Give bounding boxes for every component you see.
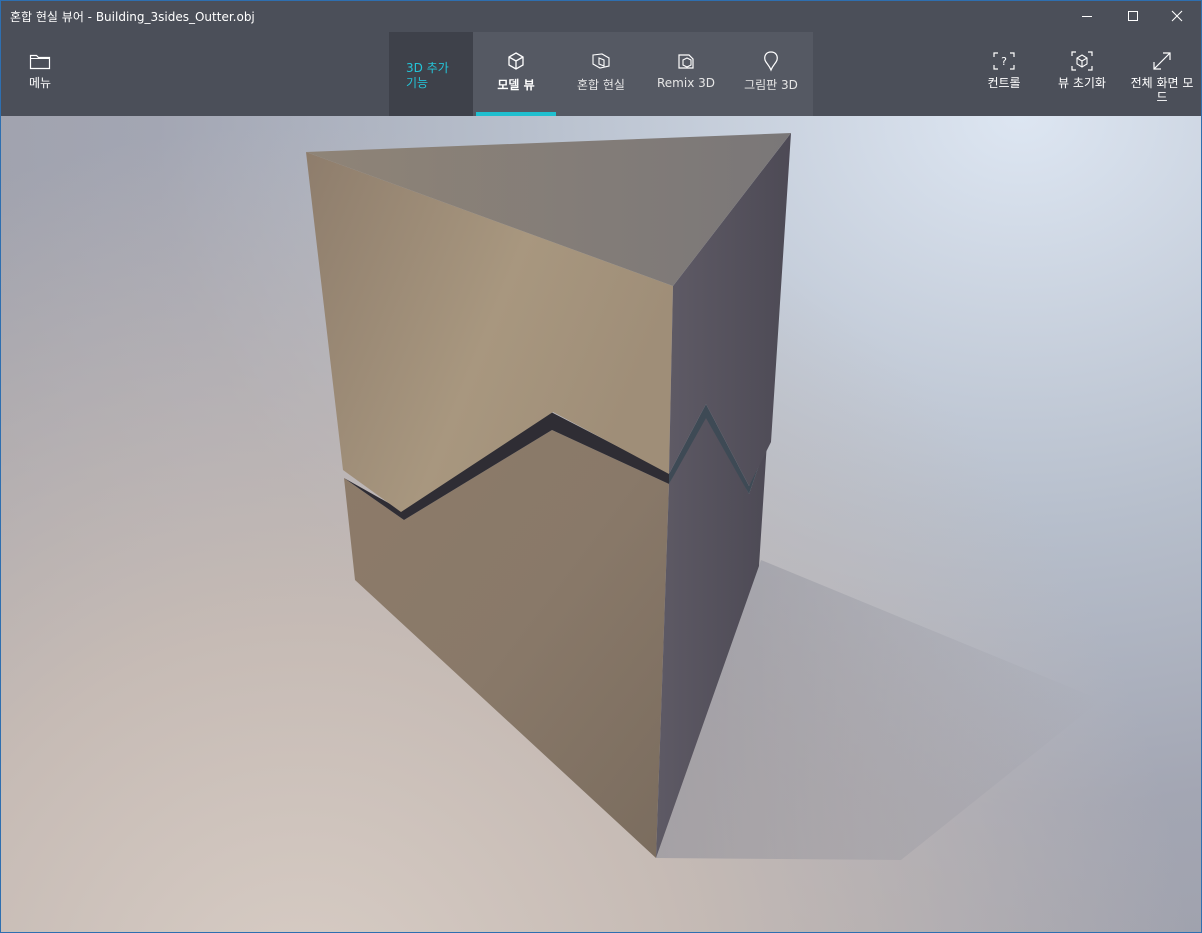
tab-paint-3d[interactable]: 그림판 3D xyxy=(732,32,810,116)
tab-remix-3d-label: Remix 3D xyxy=(657,76,715,90)
help-frame-icon: ? xyxy=(992,50,1016,72)
fullscreen-label-line2: 드 xyxy=(1156,90,1168,104)
reset-view-button[interactable]: 뷰 초기화 xyxy=(1052,32,1112,116)
tab-model-view[interactable]: 모델 뷰 xyxy=(476,32,556,116)
addon-label-line1: 3D 추가 xyxy=(406,61,449,75)
paint3d-icon xyxy=(761,50,781,72)
3d-viewport[interactable] xyxy=(1,116,1201,932)
menu-label: 메뉴 xyxy=(28,76,52,90)
controls-label: 컨트롤 xyxy=(987,76,1021,90)
fullscreen-icon xyxy=(1151,50,1173,72)
3d-model[interactable] xyxy=(1,116,1201,932)
tab-model-view-label: 모델 뷰 xyxy=(497,78,535,92)
addon-label-line2: 기능 xyxy=(406,76,429,90)
tab-mixed-reality-label: 혼합 현실 xyxy=(577,78,625,92)
svg-text:?: ? xyxy=(1001,55,1007,68)
mixed-reality-icon xyxy=(590,50,612,72)
tab-3d-addons[interactable]: 3D 추가 기능 xyxy=(389,32,473,116)
reset-view-icon xyxy=(1070,50,1094,72)
tab-3d-addons-label: 3D 추가 기능 xyxy=(406,61,449,91)
controls-button[interactable]: ? 컨트롤 xyxy=(974,32,1034,116)
maximize-button[interactable] xyxy=(1110,0,1156,32)
cube-icon xyxy=(506,50,526,72)
fullscreen-label-line1: 전체 화면 모 xyxy=(1130,76,1194,90)
fullscreen-label: 전체 화면 모 드 xyxy=(1131,76,1194,104)
tab-mixed-reality[interactable]: 혼합 현실 xyxy=(562,32,640,116)
close-icon xyxy=(1171,7,1183,26)
minimize-icon xyxy=(1081,7,1093,26)
window-title: 혼합 현실 뷰어 - Building_3sides_Outter.obj xyxy=(10,10,255,24)
reset-view-label: 뷰 초기화 xyxy=(1058,76,1106,90)
app-window: 혼합 현실 뷰어 - Building_3sides_Outter.obj 메뉴 xyxy=(0,0,1202,933)
close-button[interactable] xyxy=(1154,0,1200,32)
tab-remix-3d[interactable]: Remix 3D xyxy=(648,32,724,116)
remix-icon xyxy=(676,50,696,72)
folder-icon xyxy=(29,50,51,72)
fullscreen-button[interactable]: 전체 화면 모 드 xyxy=(1126,32,1198,116)
minimize-button[interactable] xyxy=(1064,0,1110,32)
menu-button[interactable]: 메뉴 xyxy=(12,32,68,116)
tab-paint-3d-label: 그림판 3D xyxy=(744,78,798,92)
maximize-icon xyxy=(1127,7,1139,26)
title-bar: 혼합 현실 뷰어 - Building_3sides_Outter.obj xyxy=(0,0,1202,32)
